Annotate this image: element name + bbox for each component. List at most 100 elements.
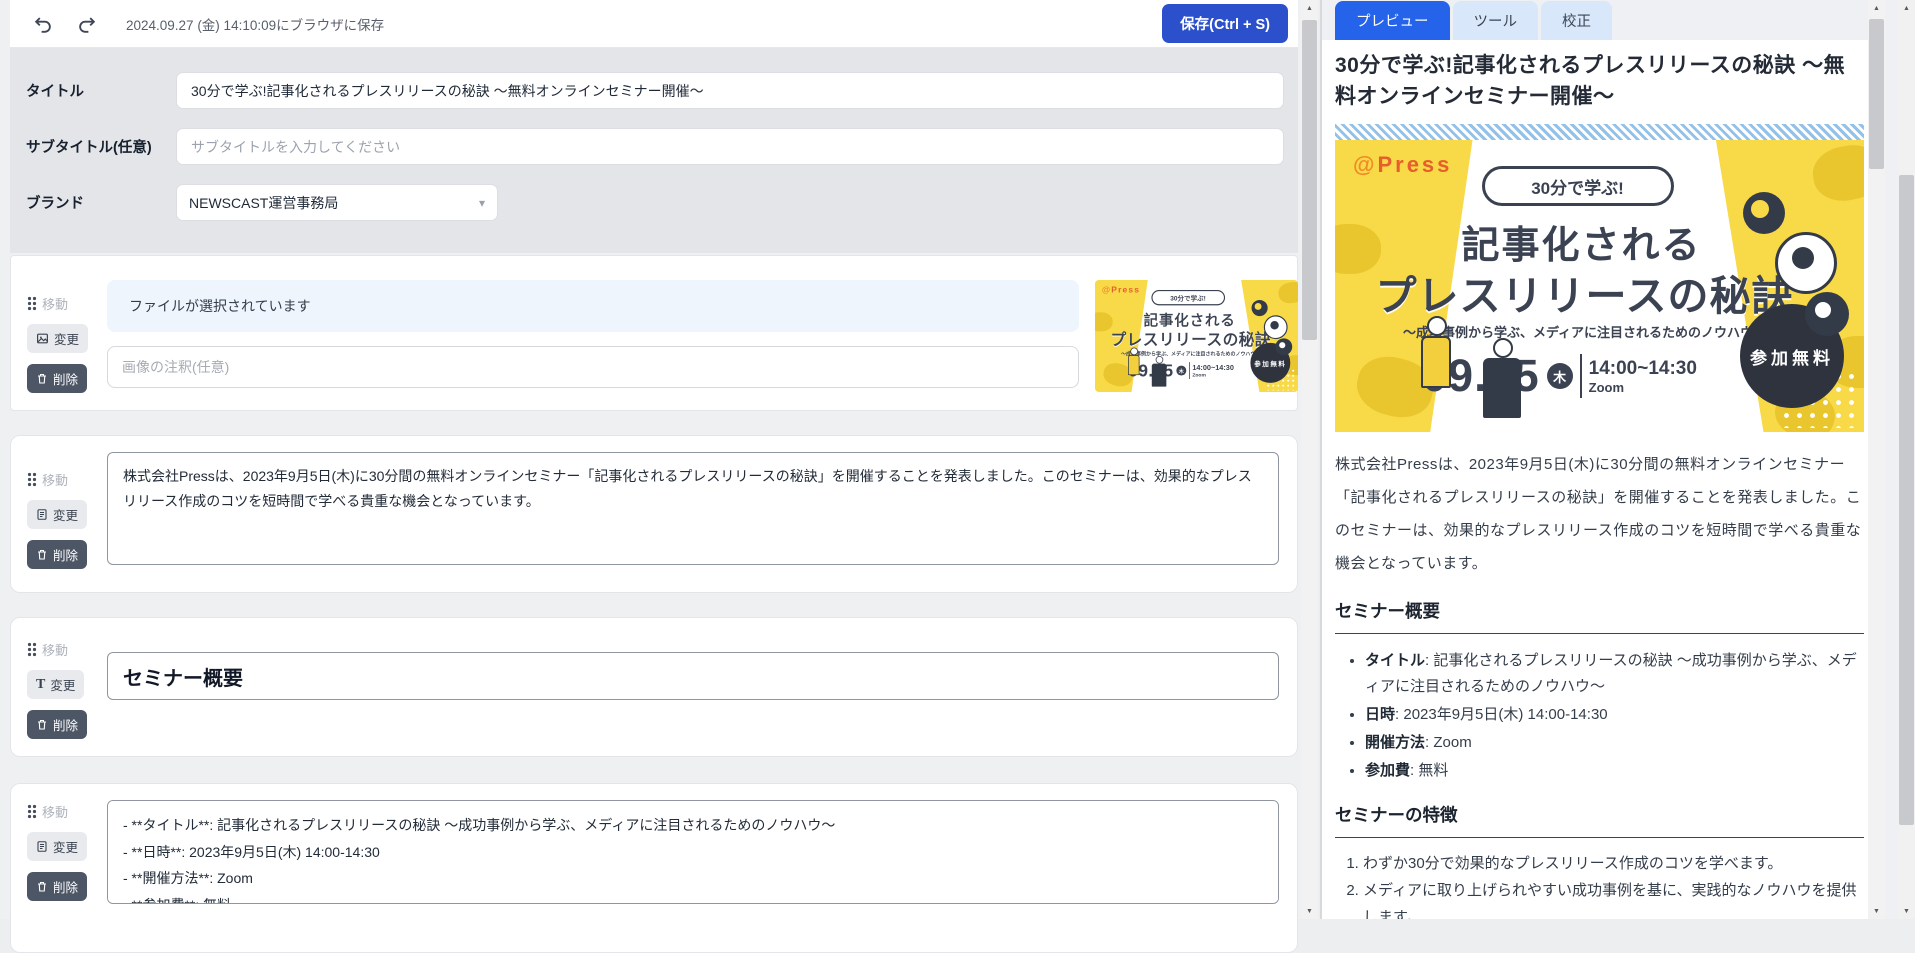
change-list-button[interactable]: 変更: [27, 832, 87, 861]
editor-scrollbar[interactable]: ▲ ▼: [1301, 0, 1318, 919]
banner-badge: 30分で学ぶ!: [1151, 290, 1225, 305]
people-decor-circle: [1743, 192, 1785, 234]
trash-icon: [36, 548, 48, 561]
banner-date-row: 09.05 木 14:00~14:30Zoom: [1335, 350, 1784, 402]
image-caption-input[interactable]: [107, 346, 1079, 388]
people-decor-circle: [1805, 292, 1849, 336]
heading-input[interactable]: セミナー概要: [107, 652, 1279, 700]
banner-platform: Zoom: [1589, 380, 1697, 395]
move-label: 移動: [42, 294, 68, 313]
preview-title: 30分で学ぶ!記事化されるプレスリリースの秘訣 〜無料オンラインセミナー開催〜: [1335, 50, 1864, 112]
heading-block-controls: 移動 T 変更 削除: [27, 634, 93, 740]
undo-button[interactable]: [30, 11, 56, 37]
page-scrollbar-thumb[interactable]: [1899, 175, 1914, 825]
document-icon: [36, 840, 48, 853]
subtitle-label: サブタイトル(任意): [26, 136, 176, 157]
preview-scrollbar[interactable]: ▲ ▼: [1868, 0, 1885, 919]
delete-list-block-button[interactable]: 削除: [27, 872, 87, 901]
lead-textarea[interactable]: 株式会社Pressは、2023年9月5日(木)に30分間の無料オンラインセミナー…: [107, 452, 1279, 565]
change-heading-button[interactable]: T 変更: [27, 670, 84, 699]
heading-block: 移動 T 変更 削除 セミナー概要: [10, 617, 1298, 757]
move-handle[interactable]: 移動: [27, 294, 93, 313]
scroll-down-arrow[interactable]: ▼: [1301, 903, 1318, 919]
editor-scrollbar-thumb[interactable]: [1302, 20, 1317, 340]
scroll-up-arrow[interactable]: ▲: [1868, 0, 1885, 16]
document-icon: [36, 508, 48, 521]
list-item: 参加費: 無料: [1365, 758, 1864, 784]
preview-scrollbar-thumb[interactable]: [1869, 19, 1884, 169]
press-release-banner-image: @Press 30分で学ぶ! 記事化される プレスリリースの秘訣 〜成功事例から…: [1335, 140, 1864, 432]
features-list: わずか30分で効果的なプレスリリース作成のコツを学べます。 メディアに取り上げら…: [1335, 850, 1864, 919]
overview-list: タイトル: 記事化されるプレスリリースの秘訣 〜成功事例から学ぶ、メディアに注目…: [1335, 648, 1864, 784]
brand-select[interactable]: NEWSCAST運営事務局 ▾: [176, 184, 498, 221]
tab-tools[interactable]: ツール: [1453, 1, 1539, 40]
image-thumbnail[interactable]: @Press 30分で学ぶ! 記事化される プレスリリースの秘訣 〜成功事例から…: [1095, 280, 1298, 392]
drag-dots-icon: [27, 804, 37, 819]
change-image-button[interactable]: 変更: [27, 324, 88, 353]
image-block: 移動 変更 削除 ファイルが選択されています: [10, 255, 1298, 411]
autosave-status: 2024.09.27 (金) 14:10:09にブラウザに保存: [126, 14, 384, 34]
preview-lead-paragraph: 株式会社Pressは、2023年9月5日(木)に30分間の無料オンラインセミナー…: [1335, 448, 1864, 580]
tab-preview[interactable]: プレビュー: [1335, 1, 1450, 40]
change-text-button[interactable]: 変更: [27, 500, 87, 529]
delete-heading-block-button[interactable]: 削除: [27, 710, 87, 739]
save-button[interactable]: 保存(Ctrl + S): [1162, 4, 1288, 43]
scroll-up-arrow[interactable]: ▲: [1898, 0, 1915, 16]
redo-button[interactable]: [74, 11, 100, 37]
list-item: わずか30分で効果的なプレスリリース作成のコツを学べます。: [1363, 850, 1864, 877]
delete-image-block-button[interactable]: 削除: [27, 364, 87, 393]
editor-panel: 2024.09.27 (金) 14:10:09にブラウザに保存 保存(Ctrl …: [0, 0, 1318, 919]
illustration-person: [1493, 338, 1513, 358]
list-block-controls: 移動 変更 削除: [27, 800, 93, 936]
title-row: タイトル: [26, 72, 1290, 109]
move-handle[interactable]: 移動: [27, 802, 93, 821]
preview-panel: プレビュー ツール 校正 30分で学ぶ!記事化されるプレスリリースの秘訣 〜無料…: [1320, 0, 1915, 919]
move-label: 移動: [42, 640, 68, 659]
list-item: メディアに取り上げられやすい成功事例を基に、実践的なノウハウを提供します。: [1363, 877, 1864, 919]
move-label: 移動: [42, 470, 68, 489]
move-handle[interactable]: 移動: [27, 640, 93, 659]
list-item: 日時: 2023年9月5日(木) 14:00-14:30: [1365, 702, 1864, 728]
preview-content: 30分で学ぶ!記事化されるプレスリリースの秘訣 〜無料オンラインセミナー開催〜 …: [1322, 40, 1868, 919]
apress-logo: @Press: [1353, 152, 1452, 178]
preview-features-heading: セミナーの特徴: [1335, 802, 1864, 838]
editor-toolbar: 2024.09.27 (金) 14:10:09にブラウザに保存 保存(Ctrl …: [10, 0, 1298, 48]
list-item: 開催方法: Zoom: [1365, 730, 1864, 756]
markdown-list-block: 移動 変更 削除 - **タイトル**: 記事化されるプレスリリースの秘訣 〜成…: [10, 783, 1298, 953]
lead-block-controls: 移動 変更 削除: [27, 452, 93, 576]
delete-lead-block-button[interactable]: 削除: [27, 540, 87, 569]
banner-title-line2: プレスリリースの秘訣: [1335, 262, 1834, 322]
text-style-icon: T: [36, 677, 45, 693]
image-icon: [36, 332, 49, 345]
scroll-down-arrow[interactable]: ▼: [1868, 903, 1885, 919]
title-label: タイトル: [26, 80, 176, 101]
redo-icon: [76, 13, 98, 35]
trash-icon: [36, 718, 48, 731]
illustration-person: [1427, 316, 1447, 336]
banner-thumbnail: @Press 30分で学ぶ! 記事化される プレスリリースの秘訣 〜成功事例から…: [1095, 280, 1298, 392]
banner-day-badge: 木: [1547, 363, 1573, 389]
scroll-up-arrow[interactable]: ▲: [1301, 0, 1318, 16]
list-item: タイトル: 記事化されるプレスリリースの秘訣 〜成功事例から学ぶ、メディアに注目…: [1365, 648, 1864, 700]
title-input[interactable]: [176, 72, 1284, 109]
drag-dots-icon: [27, 296, 37, 311]
drag-dots-icon: [27, 472, 37, 487]
scroll-down-arrow[interactable]: ▼: [1898, 903, 1915, 919]
brand-label: ブランド: [26, 192, 176, 213]
markdown-textarea[interactable]: - **タイトル**: 記事化されるプレスリリースの秘訣 〜成功事例から学ぶ、メ…: [107, 800, 1279, 904]
tab-proofread[interactable]: 校正: [1541, 1, 1612, 40]
image-block-controls: 移動 変更 削除: [27, 280, 93, 394]
hatched-divider: [1335, 124, 1864, 140]
move-handle[interactable]: 移動: [27, 470, 93, 489]
brand-row: ブランド NEWSCAST運営事務局 ▾: [26, 184, 1290, 221]
preview-overview-heading: セミナー概要: [1335, 598, 1864, 634]
meta-form: タイトル サブタイトル(任意) ブランド NEWSCAST運営事務局 ▾: [10, 48, 1298, 253]
banner-badge: 30分で学ぶ!: [1482, 166, 1674, 206]
drag-dots-icon: [27, 642, 37, 657]
undo-icon: [32, 13, 54, 35]
trash-icon: [36, 880, 48, 893]
people-decor-circle: [1775, 232, 1837, 294]
banner-date-row: 09.05 木 14:00~14:30Zoom: [1095, 361, 1267, 381]
subtitle-input[interactable]: [176, 128, 1284, 165]
page-scrollbar[interactable]: ▲ ▼: [1898, 0, 1915, 919]
